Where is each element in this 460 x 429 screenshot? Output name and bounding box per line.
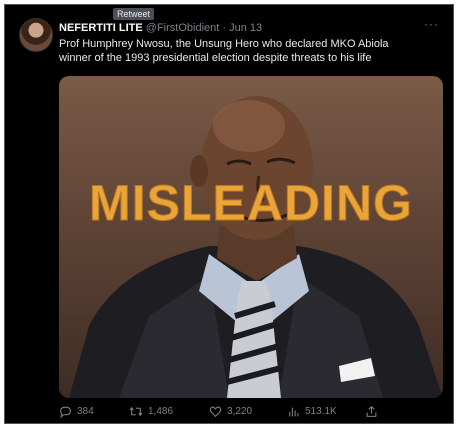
reply-count: 384 bbox=[77, 406, 94, 417]
share-button[interactable] bbox=[365, 405, 378, 418]
tweet-card: Retweet NEFERTITI LITE @FirstObidient · … bbox=[4, 4, 454, 424]
retweet-button[interactable]: 1,486 bbox=[129, 405, 173, 418]
tweet-image[interactable]: MISLEADING bbox=[59, 76, 443, 398]
author-name[interactable]: NEFERTITI LITE bbox=[59, 22, 143, 34]
tweet-text: Prof Humphrey Nwosu, the Unsung Hero who… bbox=[59, 38, 389, 64]
tweet-actions: 384 1,486 3,220 513.1K bbox=[59, 405, 439, 421]
reply-button[interactable]: 384 bbox=[59, 405, 94, 418]
like-count: 3,220 bbox=[227, 406, 253, 417]
tweet-header: NEFERTITI LITE @FirstObidient · Jun 13 bbox=[59, 22, 262, 34]
views-icon bbox=[289, 407, 299, 417]
misleading-label: MISLEADING bbox=[89, 175, 413, 232]
author-handle[interactable]: @FirstObidient bbox=[146, 22, 220, 34]
separator: · bbox=[222, 22, 227, 34]
share-icon bbox=[366, 405, 377, 417]
reply-icon bbox=[60, 406, 71, 418]
retweet-count: 1,486 bbox=[148, 406, 174, 417]
heart-icon bbox=[209, 406, 222, 418]
views-count: 513.1K bbox=[305, 406, 337, 417]
more-options-icon[interactable]: ··· bbox=[424, 17, 439, 31]
retweet-tooltip: Retweet bbox=[113, 8, 155, 20]
views-button[interactable]: 513.1K bbox=[287, 405, 337, 418]
tweet-date[interactable]: Jun 13 bbox=[229, 22, 262, 34]
avatar[interactable] bbox=[19, 18, 53, 52]
retweet-icon bbox=[129, 406, 143, 417]
portrait-photo bbox=[69, 96, 443, 398]
like-button[interactable]: 3,220 bbox=[209, 405, 252, 418]
